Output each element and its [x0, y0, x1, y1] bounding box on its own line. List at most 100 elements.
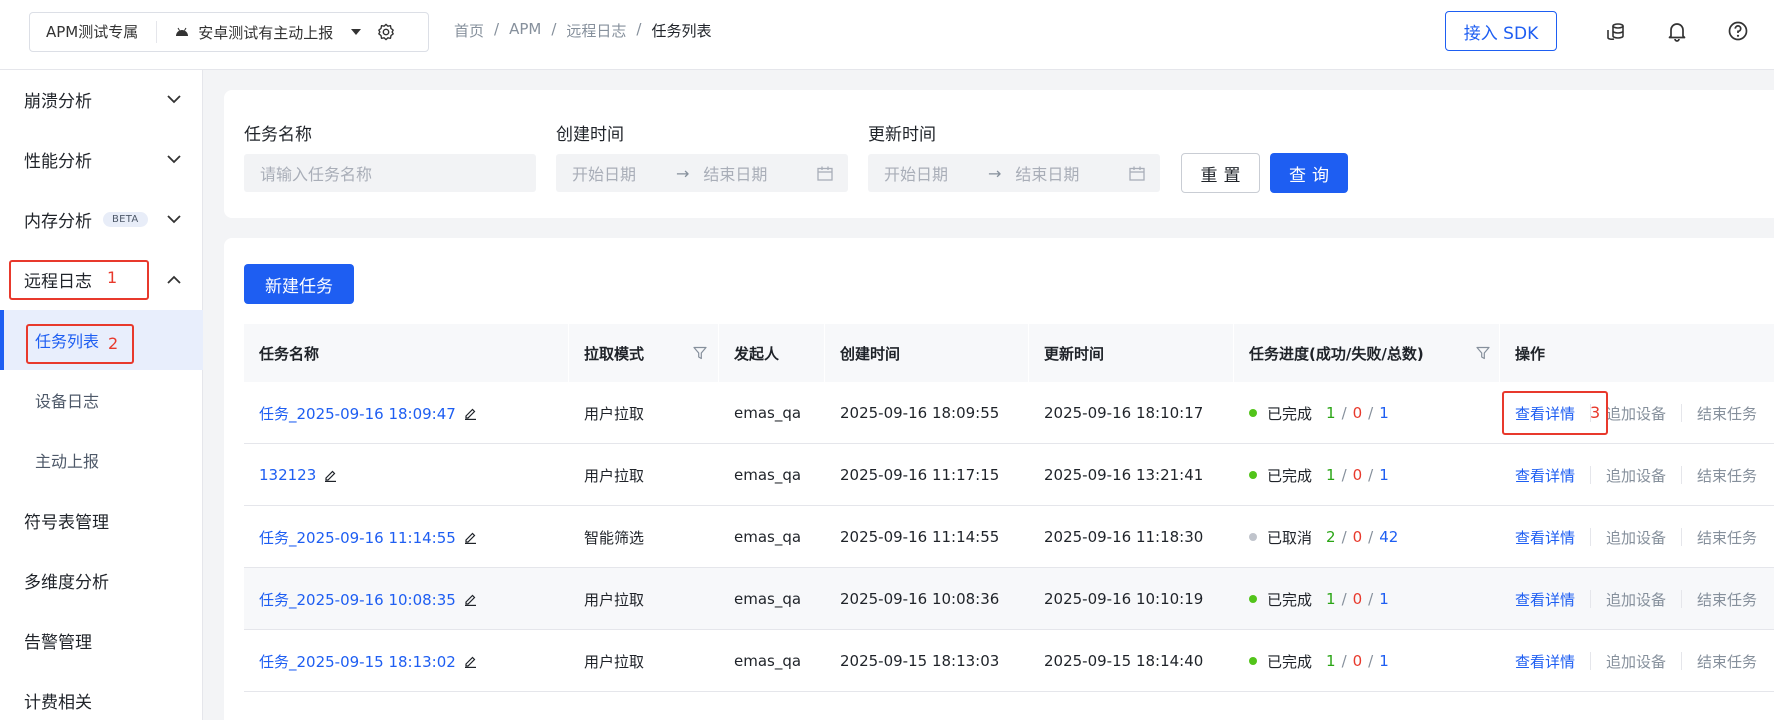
sidebar-item-crash-analysis[interactable]: 崩溃分析 [0, 70, 203, 128]
pull-mode-cell: 用户拉取 [584, 590, 645, 609]
updated-time-label: 更新时间 [868, 125, 936, 145]
range-arrow: → [988, 163, 1002, 183]
sidebar: 崩溃分析 性能分析 内存分析 BETA 远程日志 1 任务列表 2 设备日志 主… [0, 70, 203, 720]
end-task-link[interactable]: 结束任务 [1697, 651, 1757, 672]
filter-icon[interactable] [693, 346, 707, 360]
task-name-text: 132123 [259, 466, 317, 484]
action-divider [1681, 528, 1683, 546]
view-detail-link[interactable]: 查看详情 [1515, 527, 1575, 548]
edit-icon[interactable] [464, 655, 477, 668]
task-table-card: 新建任务 任务名称 拉取模式 发起人 创建时间 更新时间 任务进度(成功/失败/… [224, 238, 1774, 720]
status-dot [1249, 595, 1257, 603]
chevron-down-icon [167, 154, 181, 163]
new-task-button[interactable]: 新建任务 [244, 264, 354, 304]
progress-cell: 已完成 1 / 0 / 1 [1249, 444, 1389, 506]
breadcrumb: 首页 / APM / 远程日志 / 任务列表 [454, 20, 711, 41]
view-detail-link[interactable]: 查看详情 [1515, 465, 1575, 486]
table-row: 任务_2025-09-15 18:13:02 用户拉取 emas_qa 2025… [244, 630, 1774, 692]
task-name-link[interactable]: 任务_2025-09-15 18:13:02 [259, 630, 477, 692]
breadcrumb-apm[interactable]: APM [509, 20, 541, 41]
slash: / [1341, 404, 1347, 422]
slash: / [1341, 652, 1347, 670]
sidebar-item-billing[interactable]: 计费相关 [0, 671, 203, 720]
sidebar-item-multidim-analysis[interactable]: 多维度分析 [0, 551, 203, 609]
add-device-link[interactable]: 追加设备 [1606, 589, 1666, 610]
add-device-link[interactable]: 追加设备 [1606, 651, 1666, 672]
sidebar-item-label: 计费相关 [24, 692, 92, 713]
calendar-icon [1129, 166, 1145, 181]
breadcrumb-home[interactable]: 首页 [454, 20, 484, 41]
task-name-link[interactable]: 132123 [259, 444, 337, 506]
task-name-link[interactable]: 任务_2025-09-16 18:09:47 [259, 382, 477, 444]
updated-date-range[interactable]: 开始日期 → 结束日期 [868, 154, 1160, 192]
column-divider [824, 324, 825, 382]
caret-down-icon[interactable] [351, 29, 362, 35]
end-date-placeholder: 结束日期 [703, 165, 768, 184]
column-header-created-time: 创建时间 [840, 344, 901, 363]
sidebar-item-alert-management[interactable]: 告警管理 [0, 611, 203, 669]
table-row: 任务_2025-09-16 11:14:55 智能筛选 emas_qa 2025… [244, 506, 1774, 568]
android-icon [176, 27, 189, 36]
breadcrumb-remote-log[interactable]: 远程日志 [566, 20, 626, 41]
column-divider [1233, 324, 1234, 382]
created-date-range[interactable]: 开始日期 → 结束日期 [556, 154, 848, 192]
add-device-link[interactable]: 追加设备 [1606, 527, 1666, 548]
view-detail-link[interactable]: 查看详情 [1515, 589, 1575, 610]
query-button[interactable]: 查询 [1270, 153, 1348, 193]
start-date-placeholder: 开始日期 [884, 165, 949, 184]
breadcrumb-separator: / [494, 20, 500, 38]
filter-panel: 任务名称 请输入任务名称 创建时间 开始日期 → 结束日期 更新时间 开始日期 … [224, 90, 1774, 218]
column-header-pull-mode: 拉取模式 [584, 344, 645, 363]
view-detail-link[interactable]: 查看详情 [1515, 651, 1575, 672]
project-selector[interactable]: 安卓测试有主动上报 [157, 22, 362, 43]
sidebar-subitem-label: 主动上报 [35, 452, 100, 471]
start-date-placeholder: 开始日期 [572, 165, 637, 184]
created-time-cell: 2025-09-16 10:08:36 [840, 590, 1000, 608]
updated-time-cell: 2025-09-15 18:14:40 [1044, 652, 1204, 670]
annotation-number: 1 [107, 268, 118, 287]
task-name-link[interactable]: 任务_2025-09-16 10:08:35 [259, 568, 477, 630]
edit-icon[interactable] [464, 407, 477, 420]
app-project-selector[interactable]: APM测试专属 安卓测试有主动上报 [29, 12, 429, 52]
fail-count: 0 [1352, 652, 1363, 670]
coins-icon[interactable] [1605, 20, 1627, 42]
sidebar-item-symbol-table[interactable]: 符号表管理 [0, 491, 203, 549]
add-device-link[interactable]: 追加设备 [1606, 465, 1666, 486]
gear-icon[interactable] [377, 23, 395, 41]
edit-icon[interactable] [464, 593, 477, 606]
slash: / [1341, 528, 1347, 546]
slash: / [1368, 466, 1374, 484]
annotation-box: 3 [1502, 391, 1608, 435]
help-icon[interactable] [1727, 20, 1749, 42]
top-header: APM测试专属 安卓测试有主动上报 首页 / APM / 远程日志 / 任务列表… [0, 0, 1774, 70]
slash: / [1368, 528, 1374, 546]
app-name[interactable]: APM测试专属 [30, 21, 158, 43]
edit-icon[interactable] [464, 531, 477, 544]
sidebar-subitem-device-log[interactable]: 设备日志 [0, 370, 203, 430]
sidebar-subitem-active-report[interactable]: 主动上报 [0, 430, 203, 490]
fail-count: 0 [1352, 404, 1363, 422]
fail-count: 0 [1352, 528, 1363, 546]
add-device-link[interactable]: 追加设备 [1606, 403, 1666, 424]
progress-cell: 已完成 1 / 0 / 1 [1249, 568, 1389, 630]
pull-mode-cell: 智能筛选 [584, 528, 645, 547]
end-date-placeholder: 结束日期 [1015, 165, 1080, 184]
breadcrumb-separator: / [551, 20, 557, 38]
task-name-link[interactable]: 任务_2025-09-16 11:14:55 [259, 506, 477, 568]
end-task-link[interactable]: 结束任务 [1697, 589, 1757, 610]
end-task-link[interactable]: 结束任务 [1697, 403, 1757, 424]
filter-icon[interactable] [1476, 346, 1490, 360]
action-divider [1681, 590, 1683, 608]
calendar-icon [817, 166, 833, 181]
sidebar-item-memory-analysis[interactable]: 内存分析 BETA [0, 190, 203, 248]
updated-time-cell: 2025-09-16 13:21:41 [1044, 466, 1204, 484]
reset-button[interactable]: 重置 [1181, 153, 1260, 193]
bell-icon[interactable] [1666, 20, 1688, 42]
end-task-link[interactable]: 结束任务 [1697, 527, 1757, 548]
end-task-link[interactable]: 结束任务 [1697, 465, 1757, 486]
edit-icon[interactable] [324, 469, 337, 482]
task-name-input[interactable]: 请输入任务名称 [244, 154, 536, 192]
sidebar-item-performance-analysis[interactable]: 性能分析 [0, 130, 203, 188]
connect-sdk-button[interactable]: 接入 SDK [1445, 11, 1557, 51]
total-count: 1 [1379, 590, 1389, 608]
